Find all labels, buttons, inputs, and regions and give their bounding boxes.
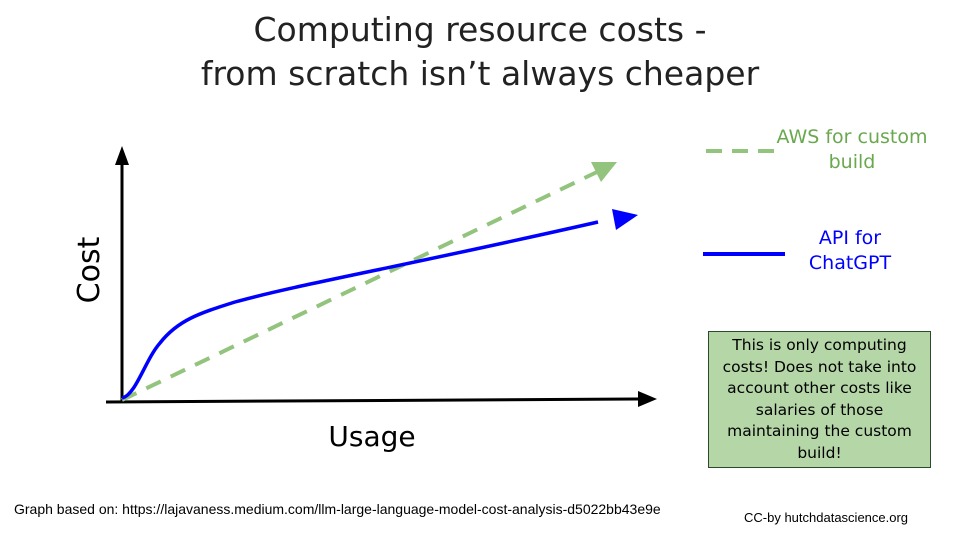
api-legend-label: API for ChatGPT [790, 226, 910, 276]
y-axis-label: Cost [72, 236, 107, 303]
api-series-arrowhead [612, 209, 638, 230]
x-axis [105, 397, 641, 404]
x-axis-label: Usage [328, 420, 415, 453]
aws-legend-label-line-1: AWS for custom [776, 126, 928, 148]
api-series-line [121, 220, 599, 400]
aws-legend-label-line-2: build [828, 151, 876, 173]
source-citation: Graph based on: https://lajavaness.mediu… [14, 501, 661, 517]
api-legend-label-line-2: ChatGPT [808, 252, 892, 274]
disclaimer-note-text: This is only computing costs! Does not t… [722, 336, 917, 462]
aws-legend-label: AWS for custom build [770, 125, 934, 175]
license-credit: CC-by hutchdatascience.org [744, 510, 909, 525]
aws-series-line [121, 170, 598, 402]
disclaimer-note: This is only computing costs! Does not t… [708, 331, 931, 468]
x-axis-arrowhead [638, 391, 657, 407]
api-legend-label-line-1: API for [818, 227, 882, 249]
y-axis-arrowhead [115, 146, 129, 165]
